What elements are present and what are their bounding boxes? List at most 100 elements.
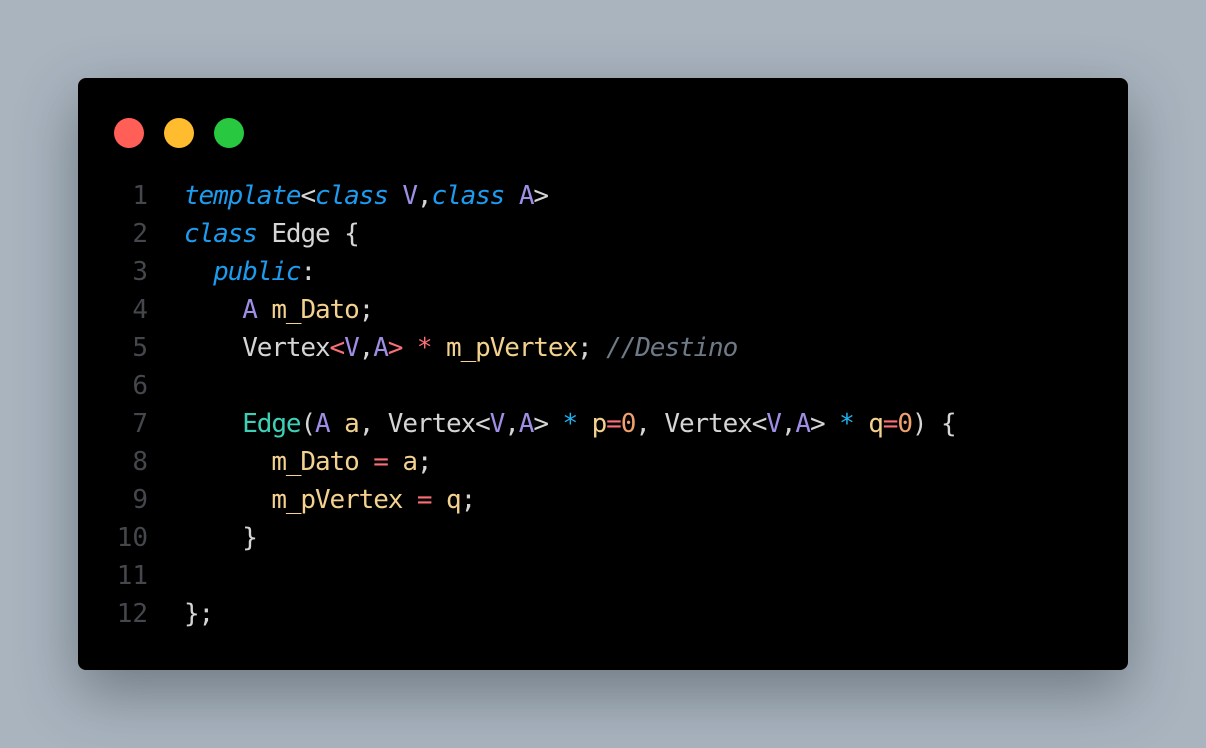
line-number: 5 [132,333,148,363]
code-line: 6 [78,367,1128,405]
line-number: 3 [132,257,148,287]
code-token: V [402,181,418,211]
code-line: 5 Vertex<V,A> * m_pVertex; //Destino [78,329,1128,367]
code-token: template [184,181,302,211]
line-number: 12 [116,599,148,629]
code-line: 9 m_pVertex = q; [78,481,1128,519]
code-token: V [344,333,360,363]
code-token: > [533,409,563,439]
line-content: m_Dato = a; [184,443,433,481]
code-line: 7 Edge(A a, Vertex<V,A> * p=0, Vertex<V,… [78,405,1128,443]
line-number: 8 [132,447,148,477]
line-content: template<class V,class A> [184,177,549,215]
code-token: A [518,181,535,211]
code-window: 1 template<class V,class A> 2 class Edge {3… [78,78,1128,670]
code-token: class [315,181,389,211]
code-token: , [358,333,375,363]
code-token: ) { [911,409,957,439]
code-token: V [766,409,782,439]
line-content: A m_Dato; [184,291,375,329]
line-number: 4 [132,295,148,325]
code-line: 2 class Edge { [78,215,1128,253]
code-token: A [242,295,258,325]
code-token: > [387,333,404,363]
code-token: V [489,409,506,439]
line-number: 9 [132,485,148,515]
code-token: 0 [897,409,913,439]
code-token: m_Dato [271,295,359,325]
code-token: Edge { [256,219,359,249]
code-token: = [882,409,899,439]
code-token: , [504,409,520,439]
code-line: 3 public: [78,253,1128,291]
code-token: : [300,257,316,287]
line-content: public: [184,253,316,291]
code-token: * [839,409,855,439]
code-token: ; [416,447,433,477]
code-token: //Destino [606,333,738,363]
code-token: = [373,447,389,477]
code-line: 8 m_Dato = a; [78,443,1128,481]
close-button[interactable] [114,118,144,148]
code-token: > [809,409,840,439]
minimize-button[interactable] [164,118,194,148]
line-number: 2 [132,219,148,249]
code-token: * [562,409,578,439]
code-token: , [416,181,433,211]
line-number: 6 [132,371,148,401]
code-token: m_pVertex [446,333,578,363]
code-token: A [315,409,331,439]
code-token: Vertex [242,333,330,363]
line-content: Vertex<V,A> * m_pVertex; //Destino [184,329,738,367]
code-token: = [416,485,433,515]
code-token: p [591,409,608,439]
code-token: , Vertex< [635,409,767,439]
code-token: 0 [620,409,637,439]
code-token: m_Dato [271,447,359,477]
code-token: public [213,257,301,287]
code-token: a [402,447,418,477]
code-token: } [242,523,258,553]
code-token: < [300,181,316,211]
code-line: 11 [78,557,1128,595]
zoom-button[interactable] [214,118,244,148]
code-token: , [780,409,797,439]
code-token: a [344,409,360,439]
code-token: < [329,333,346,363]
code-token: class [431,181,505,211]
line-content: Edge(A a, Vertex<V,A> * p=0, Vertex<V,A>… [184,405,956,443]
code-token: m_pVertex [271,485,403,515]
code-token: A [373,333,389,363]
code-line: 10 } [78,519,1128,557]
code-token: A [518,409,535,439]
line-content: class Edge { [184,215,360,253]
code-token: , Vertex< [358,409,491,439]
code-token: = [606,409,622,439]
code-token: ; [577,333,607,363]
line-number: 10 [116,523,148,553]
code-token: class [184,219,258,249]
code-token: ; [358,295,375,325]
code-token: ; [460,485,477,515]
code-block: 1 template<class V,class A> 2 class Edge {3… [78,177,1128,633]
code-line: 12}; [78,595,1128,633]
